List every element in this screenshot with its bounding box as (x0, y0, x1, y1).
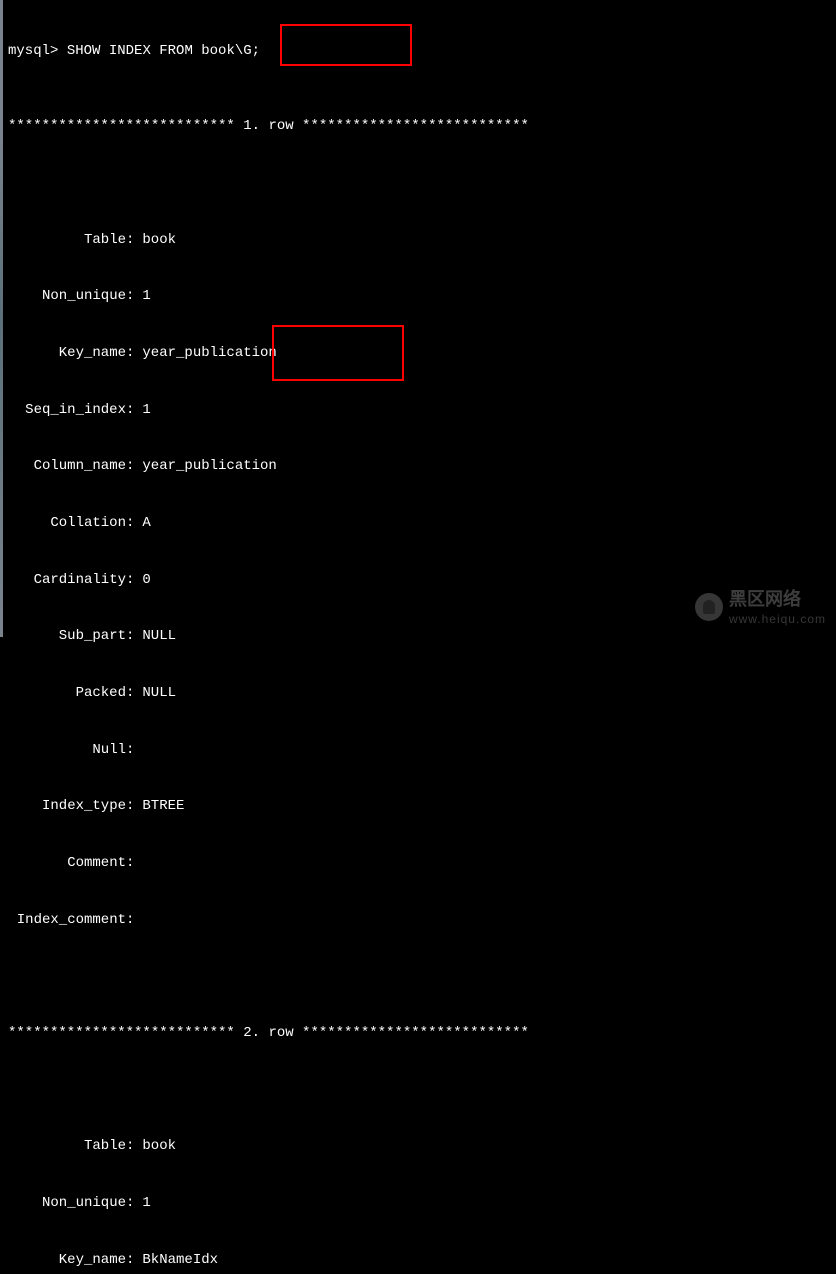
field-key-name: Key_name:year_publication (8, 344, 828, 363)
index-row-2: Table:book Non_unique:1 Key_name:BkNameI… (8, 1100, 828, 1274)
row-separator-1: *************************** 1. row *****… (8, 117, 828, 136)
field-index-comment: Index_comment: (8, 911, 828, 930)
field-non-unique: Non_unique:1 (8, 1194, 828, 1213)
field-comment: Comment: (8, 854, 828, 873)
field-null: Null: (8, 741, 828, 760)
window-edge-decoration (0, 0, 3, 637)
field-table: Table:book (8, 1137, 828, 1156)
field-packed: Packed:NULL (8, 684, 828, 703)
watermark: 黑区网络 www.heiqu.com (695, 587, 826, 627)
watermark-url: www.heiqu.com (729, 611, 826, 627)
field-index-type: Index_type:BTREE (8, 797, 828, 816)
field-seq-in-index: Seq_in_index:1 (8, 401, 828, 420)
field-non-unique: Non_unique:1 (8, 287, 828, 306)
terminal-output[interactable]: mysql> SHOW INDEX FROM book\G; *********… (8, 4, 828, 1274)
row-separator-2: *************************** 2. row *****… (8, 1024, 828, 1043)
sql-command: SHOW INDEX FROM book\G; (67, 42, 260, 61)
watermark-mushroom-icon (695, 593, 723, 621)
command-line: mysql> SHOW INDEX FROM book\G; (8, 42, 828, 61)
field-collation: Collation:A (8, 514, 828, 533)
field-key-name: Key_name:BkNameIdx (8, 1251, 828, 1270)
index-row-1: Table:book Non_unique:1 Key_name:year_pu… (8, 193, 828, 968)
watermark-title: 黑区网络 (729, 587, 826, 611)
field-table: Table:book (8, 231, 828, 250)
field-column-name: Column_name:year_publication (8, 457, 828, 476)
mysql-prompt: mysql> (8, 42, 58, 61)
